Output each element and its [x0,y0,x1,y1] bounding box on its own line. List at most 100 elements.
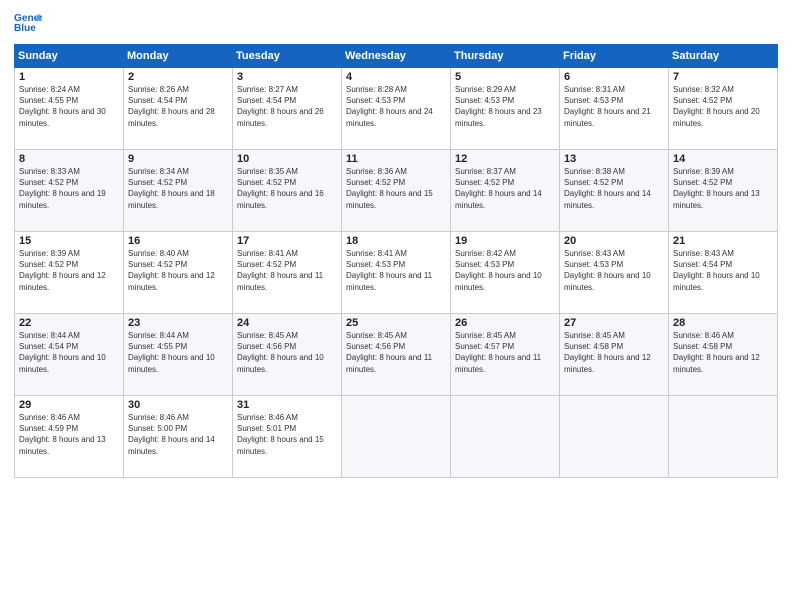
day-number: 29 [19,399,120,411]
day-number: 14 [673,153,774,165]
svg-text:Blue: Blue [14,23,36,34]
page: General Blue SundayMondayTuesdayWednesda… [0,0,792,612]
day-number: 5 [455,71,556,83]
day-info: Sunrise: 8:34 AMSunset: 4:52 PMDaylight:… [128,166,229,211]
day-info: Sunrise: 8:46 AMSunset: 5:01 PMDaylight:… [237,412,338,457]
calendar-day-cell: 2Sunrise: 8:26 AMSunset: 4:54 PMDaylight… [124,68,233,150]
calendar-day-cell: 13Sunrise: 8:38 AMSunset: 4:52 PMDayligh… [560,150,669,232]
day-info: Sunrise: 8:41 AMSunset: 4:53 PMDaylight:… [346,248,447,293]
day-info: Sunrise: 8:27 AMSunset: 4:54 PMDaylight:… [237,84,338,129]
calendar-table: SundayMondayTuesdayWednesdayThursdayFrid… [14,44,778,478]
day-number: 17 [237,235,338,247]
calendar-day-cell: 24Sunrise: 8:45 AMSunset: 4:56 PMDayligh… [233,314,342,396]
day-number: 12 [455,153,556,165]
calendar-header-cell: Sunday [15,45,124,68]
calendar-day-cell: 15Sunrise: 8:39 AMSunset: 4:52 PMDayligh… [15,232,124,314]
day-info: Sunrise: 8:45 AMSunset: 4:56 PMDaylight:… [237,330,338,375]
day-number: 2 [128,71,229,83]
calendar-day-cell: 3Sunrise: 8:27 AMSunset: 4:54 PMDaylight… [233,68,342,150]
calendar-day-cell [451,396,560,478]
calendar-day-cell: 14Sunrise: 8:39 AMSunset: 4:52 PMDayligh… [669,150,778,232]
day-number: 31 [237,399,338,411]
day-info: Sunrise: 8:37 AMSunset: 4:52 PMDaylight:… [455,166,556,211]
calendar-header-cell: Friday [560,45,669,68]
logo-icon: General Blue [14,10,42,38]
calendar-day-cell: 20Sunrise: 8:43 AMSunset: 4:53 PMDayligh… [560,232,669,314]
day-info: Sunrise: 8:26 AMSunset: 4:54 PMDaylight:… [128,84,229,129]
calendar-day-cell: 31Sunrise: 8:46 AMSunset: 5:01 PMDayligh… [233,396,342,478]
day-info: Sunrise: 8:45 AMSunset: 4:56 PMDaylight:… [346,330,447,375]
calendar-day-cell: 6Sunrise: 8:31 AMSunset: 4:53 PMDaylight… [560,68,669,150]
calendar-header-cell: Saturday [669,45,778,68]
day-number: 21 [673,235,774,247]
calendar-day-cell: 9Sunrise: 8:34 AMSunset: 4:52 PMDaylight… [124,150,233,232]
day-info: Sunrise: 8:44 AMSunset: 4:54 PMDaylight:… [19,330,120,375]
day-number: 18 [346,235,447,247]
day-number: 24 [237,317,338,329]
day-number: 10 [237,153,338,165]
calendar-day-cell: 27Sunrise: 8:45 AMSunset: 4:58 PMDayligh… [560,314,669,396]
day-number: 3 [237,71,338,83]
day-number: 27 [564,317,665,329]
calendar-week-row: 22Sunrise: 8:44 AMSunset: 4:54 PMDayligh… [15,314,778,396]
calendar-day-cell: 5Sunrise: 8:29 AMSunset: 4:53 PMDaylight… [451,68,560,150]
day-info: Sunrise: 8:44 AMSunset: 4:55 PMDaylight:… [128,330,229,375]
day-number: 11 [346,153,447,165]
day-number: 13 [564,153,665,165]
calendar-day-cell: 29Sunrise: 8:46 AMSunset: 4:59 PMDayligh… [15,396,124,478]
calendar-day-cell: 11Sunrise: 8:36 AMSunset: 4:52 PMDayligh… [342,150,451,232]
day-info: Sunrise: 8:35 AMSunset: 4:52 PMDaylight:… [237,166,338,211]
calendar-day-cell: 22Sunrise: 8:44 AMSunset: 4:54 PMDayligh… [15,314,124,396]
day-number: 20 [564,235,665,247]
day-info: Sunrise: 8:43 AMSunset: 4:54 PMDaylight:… [673,248,774,293]
calendar-body: 1Sunrise: 8:24 AMSunset: 4:55 PMDaylight… [15,68,778,478]
calendar-day-cell: 23Sunrise: 8:44 AMSunset: 4:55 PMDayligh… [124,314,233,396]
day-info: Sunrise: 8:39 AMSunset: 4:52 PMDaylight:… [19,248,120,293]
day-info: Sunrise: 8:41 AMSunset: 4:52 PMDaylight:… [237,248,338,293]
day-info: Sunrise: 8:46 AMSunset: 4:58 PMDaylight:… [673,330,774,375]
calendar-header-cell: Thursday [451,45,560,68]
day-info: Sunrise: 8:39 AMSunset: 4:52 PMDaylight:… [673,166,774,211]
calendar-week-row: 1Sunrise: 8:24 AMSunset: 4:55 PMDaylight… [15,68,778,150]
day-info: Sunrise: 8:46 AMSunset: 5:00 PMDaylight:… [128,412,229,457]
day-info: Sunrise: 8:33 AMSunset: 4:52 PMDaylight:… [19,166,120,211]
day-info: Sunrise: 8:28 AMSunset: 4:53 PMDaylight:… [346,84,447,129]
calendar-day-cell [560,396,669,478]
calendar-header-cell: Wednesday [342,45,451,68]
calendar-day-cell: 21Sunrise: 8:43 AMSunset: 4:54 PMDayligh… [669,232,778,314]
day-info: Sunrise: 8:38 AMSunset: 4:52 PMDaylight:… [564,166,665,211]
header: General Blue [14,10,778,38]
day-info: Sunrise: 8:29 AMSunset: 4:53 PMDaylight:… [455,84,556,129]
calendar-day-cell: 30Sunrise: 8:46 AMSunset: 5:00 PMDayligh… [124,396,233,478]
day-number: 23 [128,317,229,329]
calendar-week-row: 15Sunrise: 8:39 AMSunset: 4:52 PMDayligh… [15,232,778,314]
calendar-day-cell: 28Sunrise: 8:46 AMSunset: 4:58 PMDayligh… [669,314,778,396]
calendar-header-row: SundayMondayTuesdayWednesdayThursdayFrid… [15,45,778,68]
day-info: Sunrise: 8:42 AMSunset: 4:53 PMDaylight:… [455,248,556,293]
day-info: Sunrise: 8:45 AMSunset: 4:57 PMDaylight:… [455,330,556,375]
day-number: 15 [19,235,120,247]
calendar-day-cell: 18Sunrise: 8:41 AMSunset: 4:53 PMDayligh… [342,232,451,314]
calendar-day-cell: 25Sunrise: 8:45 AMSunset: 4:56 PMDayligh… [342,314,451,396]
day-info: Sunrise: 8:32 AMSunset: 4:52 PMDaylight:… [673,84,774,129]
calendar-day-cell: 17Sunrise: 8:41 AMSunset: 4:52 PMDayligh… [233,232,342,314]
calendar-day-cell [669,396,778,478]
day-info: Sunrise: 8:36 AMSunset: 4:52 PMDaylight:… [346,166,447,211]
calendar-day-cell: 1Sunrise: 8:24 AMSunset: 4:55 PMDaylight… [15,68,124,150]
day-number: 26 [455,317,556,329]
day-info: Sunrise: 8:24 AMSunset: 4:55 PMDaylight:… [19,84,120,129]
day-info: Sunrise: 8:45 AMSunset: 4:58 PMDaylight:… [564,330,665,375]
calendar-day-cell: 4Sunrise: 8:28 AMSunset: 4:53 PMDaylight… [342,68,451,150]
calendar-day-cell [342,396,451,478]
day-number: 4 [346,71,447,83]
calendar-day-cell: 26Sunrise: 8:45 AMSunset: 4:57 PMDayligh… [451,314,560,396]
calendar-week-row: 29Sunrise: 8:46 AMSunset: 4:59 PMDayligh… [15,396,778,478]
day-info: Sunrise: 8:43 AMSunset: 4:53 PMDaylight:… [564,248,665,293]
day-number: 22 [19,317,120,329]
calendar-day-cell: 7Sunrise: 8:32 AMSunset: 4:52 PMDaylight… [669,68,778,150]
day-number: 1 [19,71,120,83]
day-info: Sunrise: 8:31 AMSunset: 4:53 PMDaylight:… [564,84,665,129]
day-info: Sunrise: 8:40 AMSunset: 4:52 PMDaylight:… [128,248,229,293]
calendar-day-cell: 10Sunrise: 8:35 AMSunset: 4:52 PMDayligh… [233,150,342,232]
day-number: 30 [128,399,229,411]
